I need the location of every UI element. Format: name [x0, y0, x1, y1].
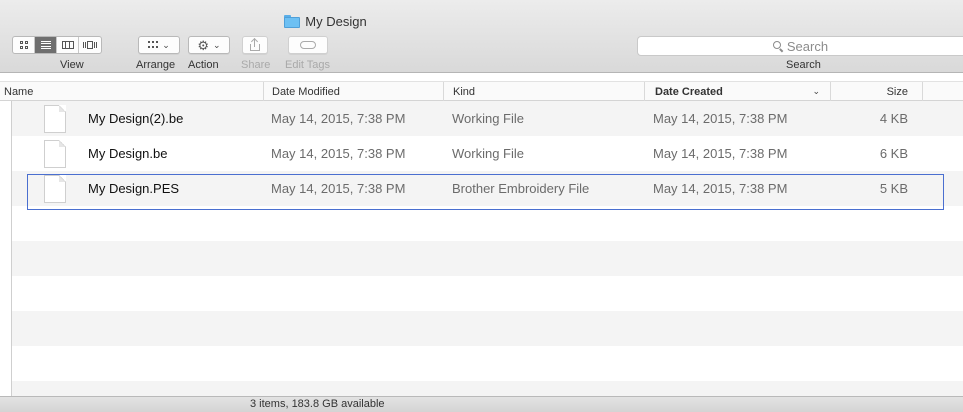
file-kind: Brother Embroidery File	[452, 181, 590, 196]
icon-view-button[interactable]	[13, 37, 35, 53]
list-view-icon	[40, 41, 51, 49]
file-name: My Design.be	[88, 146, 168, 161]
file-date-created: May 14, 2015, 7:38 PM	[653, 146, 788, 161]
share-icon	[250, 37, 260, 51]
column-header-kind[interactable]: Kind	[443, 82, 644, 101]
file-date-created: May 14, 2015, 7:38 PM	[653, 111, 788, 126]
status-bar: 3 items, 183.8 GB available	[0, 396, 963, 412]
file-size: 4 KB	[879, 111, 908, 126]
file-kind: Working File	[452, 111, 525, 126]
toolbar: My Design ⌄ ⚙ ⌄ View Arrange Action Shar…	[0, 0, 963, 73]
file-kind: Working File	[452, 146, 525, 161]
table-row[interactable]: My Design.be May 14, 2015, 7:38 PM Worki…	[12, 136, 963, 171]
cover-flow-icon	[83, 41, 97, 49]
search-placeholder: Search	[786, 38, 829, 54]
icon-view-icon	[19, 41, 28, 49]
file-date-created: May 14, 2015, 7:38 PM	[653, 181, 788, 196]
search-label: Search	[786, 59, 821, 71]
search-icon	[772, 41, 784, 53]
empty-row	[12, 381, 963, 396]
gear-icon: ⚙	[197, 37, 210, 53]
empty-row	[12, 206, 963, 241]
column-header-date-created-label: Date Created	[655, 85, 723, 98]
file-date-modified: May 14, 2015, 7:38 PM	[271, 146, 406, 161]
status-text: 3 items, 183.8 GB available	[250, 398, 385, 410]
empty-row	[12, 311, 963, 346]
share-label: Share	[241, 59, 271, 71]
column-view-button[interactable]	[57, 37, 79, 53]
cover-flow-view-button[interactable]	[79, 37, 101, 53]
window-title: My Design	[0, 12, 963, 30]
folder-icon	[284, 14, 301, 28]
edit-tags-label: Edit Tags	[285, 59, 331, 71]
column-header-size[interactable]: Size	[830, 82, 922, 101]
table-row[interactable]: My Design(2).be May 14, 2015, 7:38 PM Wo…	[12, 101, 963, 136]
empty-row	[12, 276, 963, 311]
column-header-date-modified[interactable]: Date Modified	[263, 82, 443, 101]
empty-row	[12, 241, 963, 276]
view-label: View	[60, 59, 84, 71]
file-name: My Design.PES	[88, 181, 180, 196]
chevron-down-icon: ⌄	[162, 39, 170, 50]
window-title-text: My Design	[305, 13, 367, 29]
chevron-down-icon: ⌄	[812, 86, 820, 96]
column-header-name[interactable]: Name	[4, 82, 263, 101]
edit-tags-button[interactable]	[288, 36, 328, 54]
file-list: My Design(2).be May 14, 2015, 7:38 PM Wo…	[12, 101, 963, 396]
chevron-down-icon: ⌄	[213, 39, 221, 50]
document-icon	[44, 175, 66, 203]
column-view-icon	[61, 41, 74, 49]
file-size: 5 KB	[879, 181, 908, 196]
file-date-modified: May 14, 2015, 7:38 PM	[271, 111, 406, 126]
file-size: 6 KB	[879, 146, 908, 161]
arrange-button[interactable]: ⌄	[138, 36, 180, 54]
empty-row	[12, 346, 963, 381]
column-header-spacer	[922, 82, 963, 101]
column-header-date-created[interactable]: Date Created ⌄	[644, 82, 830, 101]
search-field[interactable]: Search	[637, 36, 963, 56]
action-button[interactable]: ⚙ ⌄	[188, 36, 230, 54]
arrange-label: Arrange	[136, 59, 176, 71]
document-icon	[44, 140, 66, 168]
arrange-icon	[148, 41, 159, 49]
column-header: Name Date Modified Kind Date Created ⌄ S…	[0, 81, 963, 101]
view-segmented-control	[12, 36, 102, 54]
file-name: My Design(2).be	[88, 111, 184, 126]
tag-icon	[300, 41, 316, 49]
table-row[interactable]: My Design.PES May 14, 2015, 7:38 PM Brot…	[12, 171, 963, 206]
action-label: Action	[188, 59, 219, 71]
list-view-button[interactable]	[35, 37, 57, 53]
file-date-modified: May 14, 2015, 7:38 PM	[271, 181, 406, 196]
document-icon	[44, 105, 66, 133]
share-button[interactable]	[242, 36, 268, 54]
